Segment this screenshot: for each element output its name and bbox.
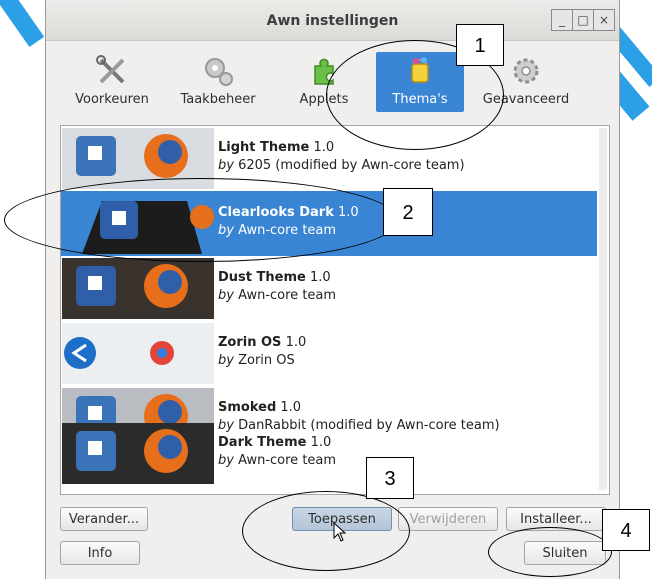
annotation-ellipse-4 xyxy=(488,527,612,577)
window-controls: _ □ × xyxy=(551,9,615,31)
maximize-button[interactable]: □ xyxy=(572,9,594,31)
tab-label: Voorkeuren xyxy=(75,92,149,107)
annotation-ellipse-2 xyxy=(4,178,398,262)
tools-icon xyxy=(96,55,125,84)
theme-name: Smoked 1.0 xyxy=(218,400,302,415)
theme-row-dust[interactable]: Dust Theme 1.0 by Awn-core team xyxy=(61,256,597,321)
annotation-ellipse-3 xyxy=(242,491,410,571)
theme-preview-dust xyxy=(62,258,214,319)
theme-name: Light Theme 1.0 xyxy=(218,140,335,155)
theme-name: Dark Theme 1.0 xyxy=(218,435,332,450)
minimize-button[interactable]: _ xyxy=(551,9,573,31)
tab-voorkeuren[interactable]: Voorkeuren xyxy=(64,52,160,112)
theme-author: by Zorin OS xyxy=(218,353,295,368)
gear-icon xyxy=(513,58,539,84)
tab-taakbeheer[interactable]: Taakbeheer xyxy=(170,52,266,112)
callout-1: 1 xyxy=(456,24,504,66)
tab-label: Taakbeheer xyxy=(180,92,256,107)
theme-author: by Awn-core team xyxy=(218,288,337,303)
theme-author: by Awn-core team xyxy=(218,453,337,468)
info-button[interactable]: Info xyxy=(60,541,140,565)
remove-button[interactable]: Verwijderen xyxy=(398,507,498,531)
callout-4: 4 xyxy=(602,509,650,551)
theme-preview-dark xyxy=(62,423,214,484)
decor-stripe xyxy=(0,0,45,48)
theme-row-dark[interactable]: Dark Theme 1.0 by Awn-core team xyxy=(61,421,597,486)
callout-2: 2 xyxy=(383,188,433,236)
theme-name: Dust Theme 1.0 xyxy=(218,270,331,285)
titlebar: Awn instellingen _ □ × xyxy=(46,0,619,41)
theme-preview-zorin xyxy=(62,323,214,384)
theme-row-zorin[interactable]: Zorin OS 1.0 by Zorin OS xyxy=(61,321,597,386)
window-title: Awn instellingen xyxy=(266,13,399,29)
theme-author: by 6205 (modified by Awn-core team) xyxy=(218,158,465,173)
gears-icon xyxy=(205,58,233,86)
theme-name: Zorin OS 1.0 xyxy=(218,335,307,350)
close-window-button[interactable]: × xyxy=(593,9,615,31)
change-button[interactable]: Verander... xyxy=(60,507,148,531)
callout-3: 3 xyxy=(366,457,414,499)
list-scrollbar[interactable] xyxy=(599,128,607,490)
